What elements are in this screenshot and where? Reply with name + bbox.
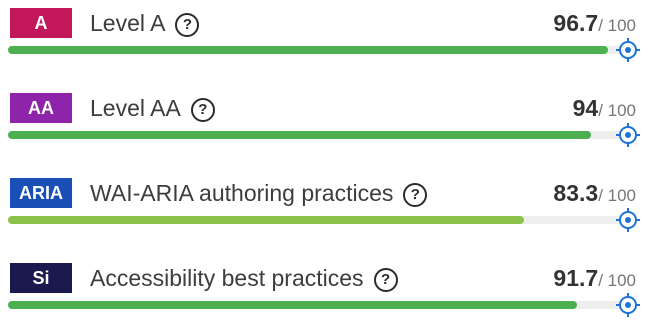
question-circle-icon[interactable]: ? — [175, 13, 200, 37]
crosshair-target-icon[interactable] — [615, 37, 641, 63]
score-row-level-aa: AA Level AA? 94/ 100 — [0, 85, 646, 155]
progress-fill — [8, 131, 591, 139]
question-circle-icon[interactable]: ? — [373, 268, 398, 292]
score-max: / 100 — [598, 271, 636, 290]
score-row-wai-aria: ARIA WAI-ARIA authoring practices? 83.3/… — [0, 170, 646, 240]
progress-fill — [8, 301, 577, 309]
score-max: / 100 — [598, 101, 636, 120]
crosshair-target-icon[interactable] — [615, 292, 641, 318]
score-label-text: WAI-ARIA authoring practices — [90, 180, 394, 206]
question-circle-icon[interactable]: ? — [190, 98, 215, 122]
score-max: / 100 — [598, 186, 636, 205]
score-label: Level A? — [90, 7, 200, 39]
score-label: WAI-ARIA authoring practices? — [90, 177, 428, 209]
score-number: 83.3 — [553, 180, 599, 206]
progress-track — [8, 301, 628, 309]
score-label-text: Level AA — [90, 95, 181, 121]
score-label-text: Level A — [90, 10, 166, 36]
crosshair-target-icon[interactable] — [615, 122, 641, 148]
score-label: Accessibility best practices? — [90, 262, 398, 294]
level-badge: A — [10, 8, 72, 38]
progress-fill — [8, 216, 525, 224]
score-max: / 100 — [598, 16, 636, 35]
progress-track — [8, 131, 628, 139]
score-number: 94 — [572, 95, 599, 121]
level-badge: ARIA — [10, 178, 72, 208]
crosshair-target-icon[interactable] — [615, 207, 641, 233]
question-circle-icon[interactable]: ? — [403, 183, 428, 207]
score-row-best-practices: Si Accessibility best practices? 91.7/ 1… — [0, 255, 646, 325]
level-badge: AA — [10, 93, 72, 123]
progress-track — [8, 46, 628, 54]
score-label: Level AA? — [90, 92, 215, 124]
score-row-level-a: A Level A? 96.7/ 100 — [0, 0, 646, 70]
score-label-text: Accessibility best practices — [90, 265, 364, 291]
progress-track — [8, 216, 628, 224]
level-badge: Si — [10, 263, 72, 293]
score-number: 96.7 — [553, 10, 599, 36]
progress-fill — [8, 46, 608, 54]
score-number: 91.7 — [553, 265, 599, 291]
